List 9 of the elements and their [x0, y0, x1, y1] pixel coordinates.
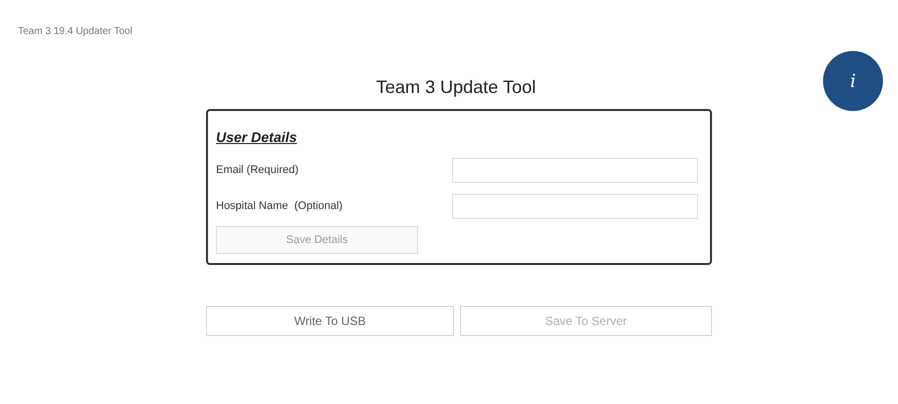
field-label: Hospital Name (Optional): [216, 199, 343, 214]
field-label: Email (Required): [216, 163, 299, 178]
app-heading: Team 3 Update Tool: [376, 76, 536, 99]
window-title: Team 3 19.4 Updater Tool: [18, 26, 132, 37]
input-field[interactable]: [452, 194, 698, 219]
section-title: User Details: [216, 128, 297, 147]
input-field[interactable]: [452, 158, 698, 183]
info-button[interactable]: i: [823, 51, 883, 111]
action-button[interactable]: Write To USB: [206, 306, 454, 336]
